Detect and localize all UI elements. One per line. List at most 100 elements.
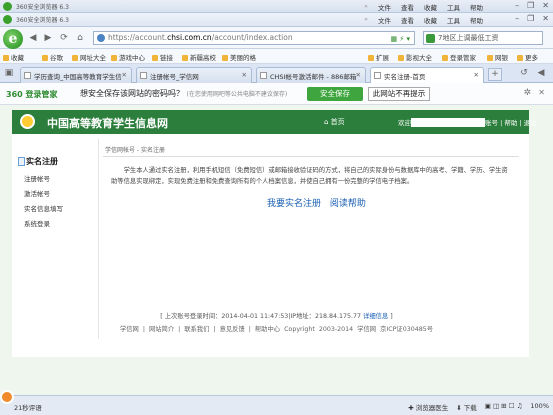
password-save-question: 想安全保存该网站的密码吗？ (在您使用网吧等公共电脑不建议保存) — [80, 89, 288, 98]
menu-help[interactable]: 帮助 — [470, 15, 483, 25]
back-icon[interactable]: ◀ — [27, 32, 39, 44]
maximize-icon[interactable]: ❐ — [527, 1, 534, 10]
menu-bar-2: » 文件 查看 收藏 工具 帮助 — [364, 15, 483, 25]
search-engine-icon[interactable] — [426, 34, 435, 43]
fav-item-login-manager[interactable]: 登录管家 — [442, 52, 476, 62]
maximize-icon[interactable]: ❐ — [527, 14, 534, 23]
comment-badge-icon[interactable] — [0, 390, 14, 404]
browser-logo-icon — [3, 15, 12, 24]
fav-item-nav[interactable]: 网址大全 — [72, 52, 106, 62]
sidebar-item-login[interactable]: 系统登录 — [18, 218, 98, 228]
minimize-icon[interactable]: – — [515, 14, 519, 23]
never-for-site-button[interactable]: 此网站不再提示 — [368, 87, 430, 101]
sidebar-item-register[interactable]: 注册帐号 — [18, 173, 98, 183]
url-domain: chsi.com.cn — [167, 33, 212, 42]
intro-text: 学生本人通过实名注册，利用手机短信（免费短信）或邮箱接收验证码的方式，将自己的实… — [111, 167, 508, 185]
menu-view[interactable]: 查看 — [401, 2, 414, 12]
page-content: 中国高等教育学生信息网 ⌂ 首页 欢迎 账号 | 帮助 | 退出 实名注册 注册帐… — [0, 105, 553, 395]
download-button[interactable]: ⬇ 下载 — [456, 402, 477, 412]
fav-item-collect[interactable]: 收藏 — [3, 52, 24, 62]
tab-mail[interactable]: CHSI帐号激活邮件 - 886邮箱 ✕ — [256, 67, 366, 83]
tab-realname[interactable]: 实名注册-首页 ✕ — [370, 67, 484, 84]
menu-file[interactable]: 文件 — [378, 15, 391, 25]
menu-bar: » 文件 查看 收藏 工具 帮助 — [364, 2, 483, 12]
browser-e-logo-icon[interactable]: e — [3, 29, 23, 49]
tab-label: 学历查询_中国高等教育学生信 — [34, 73, 122, 81]
menu-file[interactable]: 文件 — [378, 2, 391, 12]
status-icons[interactable]: ▣ ◫ ⊞ ☐ ♫ — [485, 402, 523, 412]
password-save-bar: 360 登录管家 想安全保存该网站的密码吗？ (在您使用网吧等公共电脑不建议保存… — [0, 83, 553, 105]
browser-logo-icon — [3, 2, 12, 11]
browser-doctor-button[interactable]: ✚ 浏览器医生 — [408, 402, 448, 412]
close-tab-icon[interactable]: ✕ — [242, 71, 247, 79]
tab-bar: ▣ 学历查询_中国高等教育学生信 ✕ 注册帐号_学信网 ✕ CHSI帐号激活邮件… — [0, 64, 553, 84]
menu-help[interactable]: 帮助 — [470, 2, 483, 12]
site-logo-icon[interactable] — [20, 114, 35, 129]
read-help-link[interactable]: 阅读帮助 — [330, 199, 366, 209]
tab-label: 注册帐号_学信网 — [150, 73, 199, 81]
password-save-hint: (在您使用网吧等公共电脑不建议保存) — [186, 91, 288, 98]
refresh-icon[interactable]: ⟳ — [58, 32, 70, 44]
forward-icon[interactable]: ▶ — [42, 32, 54, 44]
user-area: 欢迎 账号 | 帮助 | 退出 — [398, 118, 537, 127]
page-icon — [24, 72, 31, 79]
home-icon[interactable]: ⌂ — [74, 32, 86, 44]
close-tab-icon[interactable]: ✕ — [474, 71, 479, 79]
site-header: 中国高等教育学生信息网 ⌂ 首页 欢迎 账号 | 帮助 | 退出 — [12, 110, 537, 134]
status-bar: 21秒评语 ✚ 浏览器医生 ⬇ 下载 ▣ ◫ ⊞ ☐ ♫ 100% — [0, 390, 553, 415]
fav-item-more[interactable]: 更多 — [517, 52, 538, 62]
save-password-button[interactable]: 安全保存 — [307, 87, 363, 101]
window-controls: – ❐ ✕ — [515, 1, 549, 10]
login-manager-brand: 360 登录管家 — [6, 90, 58, 99]
menu-tools[interactable]: 工具 — [447, 15, 460, 25]
status-tools: ✚ 浏览器医生 ⬇ 下载 ▣ ◫ ⊞ ☐ ♫ 100% — [408, 402, 549, 412]
action-links: 我要实名注册 阅读帮助 — [267, 196, 366, 209]
tab-label: CHSI帐号激活邮件 - 886邮箱 — [270, 73, 357, 81]
fav-item-xinjiang[interactable]: 新疆高校 — [182, 52, 216, 62]
logout-link[interactable]: 退出 — [524, 119, 537, 127]
menu-favorites[interactable]: 收藏 — [424, 15, 437, 25]
help-link[interactable]: 帮助 — [504, 119, 517, 127]
account-link[interactable]: 账号 — [485, 119, 498, 127]
fav-item-google[interactable]: 谷歌 — [42, 52, 63, 62]
sidebar-title: 实名注册 — [18, 156, 98, 167]
sidebar-item-realname-info[interactable]: 实名信息填写 — [18, 203, 98, 213]
address-tools-icon[interactable]: ▦ ⚡ ▾ — [391, 33, 411, 45]
menu-favorites[interactable]: 收藏 — [424, 2, 437, 12]
favorites-bar: 收藏 谷歌 网址大全 游戏中心 链接 新疆高校 美丽的格 扩展 影视大全 登录管… — [0, 49, 553, 64]
menu-tools[interactable]: 工具 — [447, 2, 460, 12]
menu-view[interactable]: 查看 — [401, 15, 414, 25]
fav-item-games[interactable]: 游戏中心 — [111, 52, 145, 62]
tab-register[interactable]: 注册帐号_学信网 ✕ — [136, 67, 252, 83]
login-detail-link[interactable]: 详细信息 — [363, 313, 388, 320]
close-tab-icon[interactable]: ✕ — [122, 71, 127, 79]
close-tab-icon[interactable]: ✕ — [356, 71, 361, 79]
tab-undo-icon[interactable]: ◀ — [535, 67, 547, 79]
window-controls-2: – ❐ ✕ — [515, 14, 549, 23]
breadcrumb: 学信网帐号 - 实名注册 — [105, 147, 165, 154]
home-link[interactable]: ⌂ 首页 — [324, 117, 345, 127]
minimize-icon[interactable]: – — [515, 1, 519, 10]
page-icon — [260, 72, 267, 79]
new-tab-button[interactable]: + — [488, 68, 502, 81]
tab-restore-icon[interactable]: ↺ — [518, 67, 530, 79]
fav-item-video[interactable]: 影视大全 — [398, 52, 432, 62]
zoom-level[interactable]: 100% — [530, 402, 549, 412]
fav-item-extensions[interactable]: 扩展 — [368, 52, 389, 62]
main-panel: 学信网帐号 - 实名注册 学生本人通过实名注册，利用手机短信（免费短信）或邮箱接… — [98, 139, 522, 339]
gear-icon[interactable]: ✲ — [523, 88, 531, 98]
close-window-icon[interactable]: ✕ — [542, 14, 549, 23]
secure-lock-icon — [97, 34, 105, 42]
close-icon[interactable]: ✕ — [538, 88, 545, 97]
address-bar[interactable]: https://account.chsi.com.cn/account/inde… — [93, 31, 415, 45]
fav-item-bank[interactable]: 网银 — [487, 52, 508, 62]
tab-menu-icon[interactable]: ▣ — [3, 67, 15, 79]
fav-item-links[interactable]: 链接 — [152, 52, 173, 62]
status-left-text[interactable]: 21秒评语 — [14, 402, 42, 412]
sidebar-item-activate[interactable]: 激活帐号 — [18, 188, 98, 198]
register-realname-link[interactable]: 我要实名注册 — [267, 199, 321, 209]
tab-xueli[interactable]: 学历查询_中国高等教育学生信 ✕ — [20, 67, 132, 83]
search-input[interactable]: 7地区上调最低工资 — [423, 31, 543, 45]
close-window-icon[interactable]: ✕ — [542, 1, 549, 10]
fav-item-beauty[interactable]: 美丽的格 — [222, 52, 256, 62]
